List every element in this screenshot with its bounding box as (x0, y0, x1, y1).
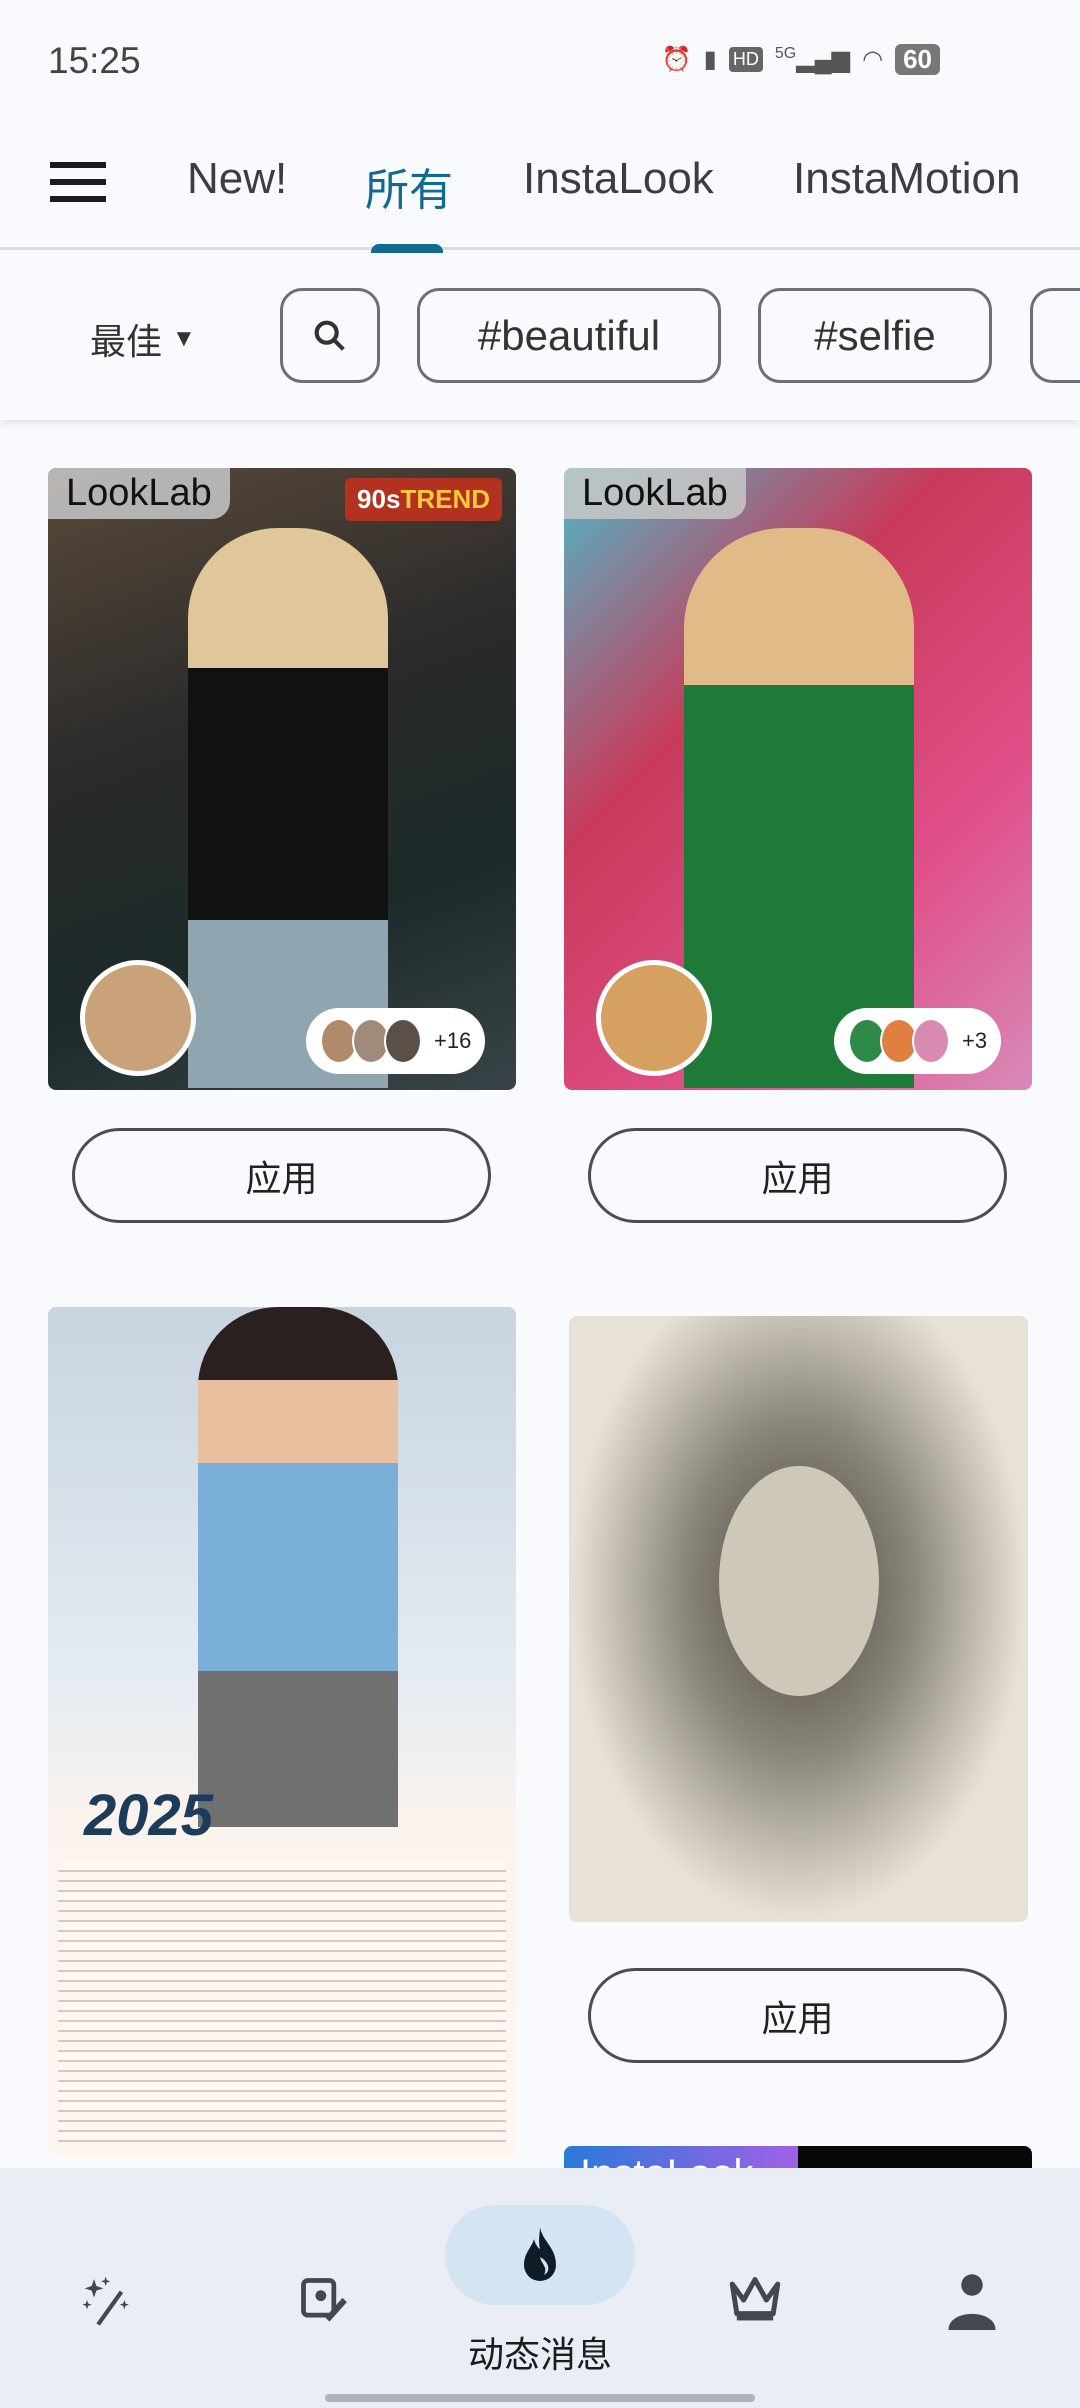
search-icon (314, 320, 345, 351)
apply-button[interactable]: 应用 (588, 1128, 1007, 1223)
wifi-icon: ◠ (862, 46, 884, 73)
signal-icon: 5G▂▄▆ (774, 45, 851, 73)
tab-instalook[interactable]: InstaLook (523, 154, 714, 204)
template-card-image[interactable]: LookLab +3 (564, 468, 1032, 1090)
template-card-image[interactable]: 2025 (48, 1307, 516, 2157)
tab-instamotion[interactable]: InstaMotion (793, 154, 1020, 204)
tag-chip-more[interactable] (1030, 288, 1080, 383)
users-count: +3 (962, 1028, 988, 1053)
menu-icon[interactable] (50, 162, 106, 202)
users-count: +16 (434, 1028, 472, 1053)
tag-chip-selfie[interactable]: #selfie (758, 288, 992, 383)
status-bar: 15:25 ⏰ ▮ HD 5G▂▄▆ ◠ 60 (0, 0, 1080, 120)
calendar-grid (58, 1862, 506, 2147)
active-tab-indicator (371, 244, 443, 253)
card-photo (188, 528, 388, 1088)
crown-icon[interactable] (725, 2270, 785, 2330)
sort-label: 最佳 (90, 321, 163, 362)
card-photo (684, 528, 914, 1088)
creator-avatar[interactable] (596, 960, 712, 1076)
sort-dropdown[interactable]: 最佳 ▼ (90, 313, 196, 365)
looklab-badge: LookLab (48, 468, 230, 519)
calendar-year: 2025 (84, 1783, 214, 1848)
nav-feed-button[interactable] (445, 2205, 635, 2305)
card-photo (719, 1466, 879, 1696)
flame-icon (524, 2227, 556, 2281)
nav-feed-label: 动态消息 (467, 2334, 612, 2375)
bottom-navigation: 动态消息 (0, 2168, 1080, 2408)
photo-edit-icon[interactable] (293, 2270, 353, 2330)
card-photo (198, 1307, 398, 1827)
creator-avatar[interactable] (80, 960, 196, 1076)
search-button[interactable] (280, 288, 380, 383)
person-icon[interactable] (942, 2270, 1002, 2330)
battery-icon: 60 (895, 44, 940, 75)
users-stack[interactable]: +16 (306, 1008, 486, 1074)
tab-all[interactable]: 所有 (365, 154, 453, 218)
trend-badge: 90sTREND (345, 478, 502, 521)
vibrate-icon: ▮ (703, 46, 717, 73)
home-indicator[interactable] (325, 2394, 755, 2402)
template-card-image[interactable] (569, 1316, 1028, 1922)
apply-button[interactable]: 应用 (588, 1968, 1007, 2063)
tag-chip-beautiful[interactable]: #beautiful (417, 288, 721, 383)
caret-down-icon: ▼ (172, 325, 196, 352)
hd-icon: HD (728, 47, 763, 72)
looklab-badge: LookLab (564, 468, 746, 519)
filter-bar: 最佳 ▼ #beautiful #selfie (0, 253, 1080, 420)
category-tabs: New! 所有 InstaLook InstaMotion (0, 130, 1080, 253)
status-icons: ⏰ ▮ HD 5G▂▄▆ ◠ 60 (662, 44, 940, 75)
users-stack[interactable]: +3 (834, 1008, 1002, 1074)
apply-button[interactable]: 应用 (72, 1128, 491, 1223)
alarm-icon: ⏰ (661, 46, 692, 73)
tab-new[interactable]: New! (187, 154, 287, 204)
status-time: 15:25 (48, 40, 141, 81)
magic-wand-icon[interactable] (78, 2270, 138, 2330)
template-card-image[interactable]: LookLab 90sTREND +16 (48, 468, 516, 1090)
